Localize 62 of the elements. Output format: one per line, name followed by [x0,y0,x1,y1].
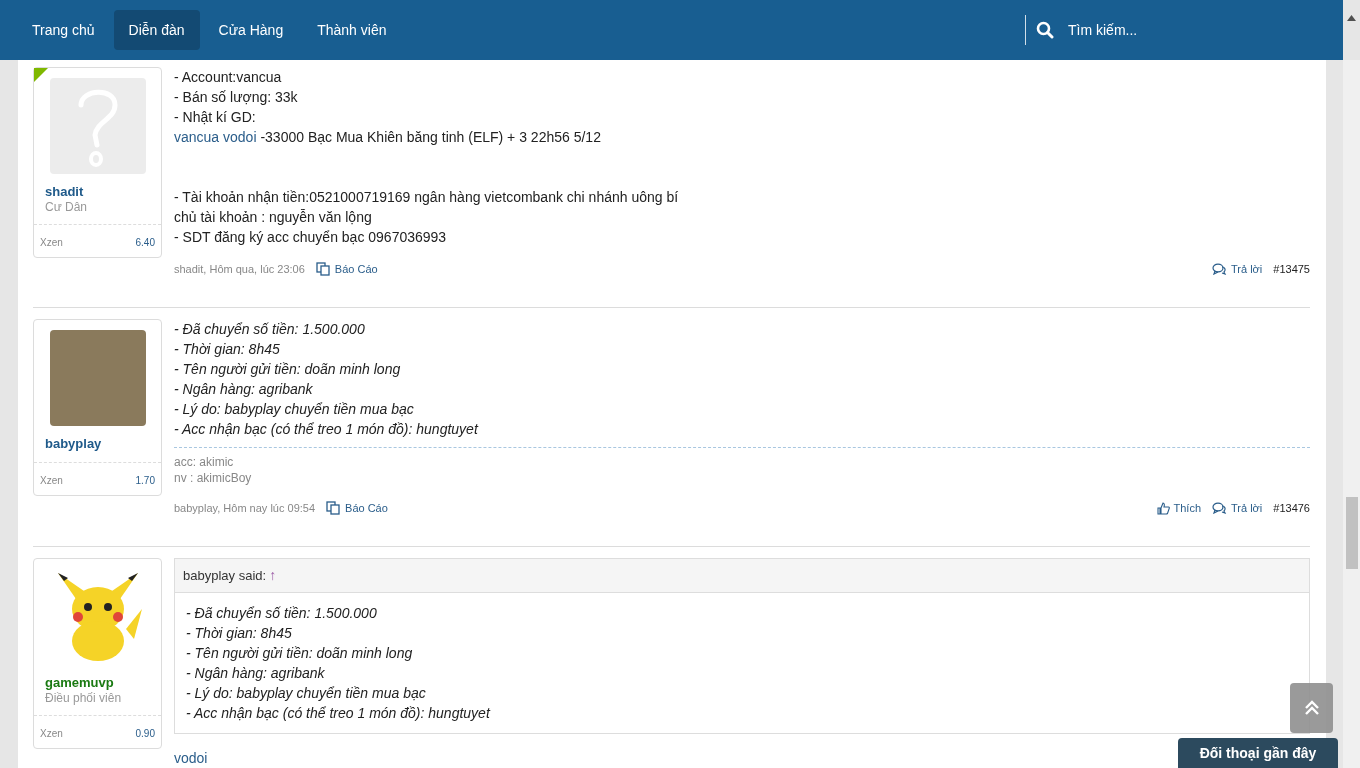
thumbs-up-icon [1156,501,1170,515]
post-number-link[interactable]: #13475 [1273,260,1310,278]
signature-line: nv : akimicBoy [174,470,253,486]
stat-label: Xzen [40,727,63,741]
message-line: chủ tài khoản : nguyễn văn lộng [174,208,373,227]
message-line: - Tên người gửi tiền: doãn minh long [174,360,402,379]
recent-conversations-tab[interactable]: Đối thoại gần đây [1178,738,1338,768]
text-link[interactable]: vodoi [174,750,208,766]
text-link[interactable]: vancua vodoi [174,129,257,145]
message-line: - Bán số lượng: 33k [174,88,299,107]
scroll-to-top-button[interactable] [1290,683,1333,733]
message-line: - Tài khoản nhận tiền:0521000719169 ngân hàng vietcombank chi nhánh uông bí [174,188,680,207]
message-line: - Đã chuyển số tiền: 1.500.000 [174,320,366,339]
reply-link[interactable]: Trả lời [1212,499,1263,517]
stat-value: 1.70 [135,474,155,488]
post-number-link[interactable]: #13476 [1273,499,1310,517]
search-icon [1036,21,1054,39]
message-line: - Lý do: babyplay chuyển tiền mua bạc [186,684,427,703]
post-meta: shadit, Hôm qua, lúc 23:06 [174,261,305,277]
message-line: - Ngân hàng: agribank [174,380,314,399]
stat-label: Xzen [40,474,63,488]
user-title: Điều phối viên [45,691,123,705]
stat-value: 6.40 [135,236,155,250]
message-line: - Thời gian: 8h45 [186,624,293,643]
nav-tab[interactable]: Thành viên [302,10,402,50]
nav-tab[interactable]: Trang chủ [17,10,110,50]
message-line: - Lý do: babyplay chuyển tiền mua bạc [174,400,415,419]
report-link[interactable]: Báo Cáo [326,499,388,517]
signature-line: acc: akimic [174,454,235,470]
stat-label: Xzen [40,236,63,250]
message-line: - Thời gian: 8h45 [174,340,281,359]
speech-bubbles-icon [1212,263,1228,275]
scrollbar-thumb[interactable] [1345,497,1358,569]
post-meta: babyplay, Hôm nay lúc 09:54 [174,500,316,516]
username-link[interactable]: shadit [45,184,150,200]
stat-value: 0.90 [135,727,155,741]
message-line: - Nhật kí GD: [174,108,257,127]
speech-bubbles-icon [1212,502,1228,514]
message-line: - Account:vancua [174,68,283,87]
message-line: - SDT đăng ký acc chuyển bạc 0967036993 [174,228,448,247]
report-link[interactable]: Báo Cáo [315,260,378,278]
message-line: vancua vodoi -33000 Bạc Mua Khiên băng tinh (ELF) + 3 22h56 5/12 [174,128,602,147]
copy-icon [315,262,330,276]
user-title: Cư Dân [45,200,89,214]
message-line: - Tên người gửi tiền: doãn minh long [186,644,414,663]
double-chevron-up-icon [1303,700,1320,716]
quote-author: babyplay said: [183,566,267,585]
nav-tab[interactable]: Cửa Hàng [203,10,299,50]
copy-icon [326,501,341,515]
like-link[interactable]: Thích [1156,499,1202,517]
scroll-up-arrow-icon[interactable] [1347,15,1356,21]
nav-tab[interactable]: Diễn đàn [113,10,200,50]
message-line: - Acc nhận bạc (có thể treo 1 món đồ): hungtuyet [174,420,480,439]
username-link[interactable]: gamemuvp [45,675,150,691]
scrollbar[interactable] [1343,60,1360,768]
username-link[interactable]: babyplay [45,436,150,452]
search-field[interactable]: Tìm kiếm... [1068,19,1308,41]
reply-link[interactable]: Trả lời [1212,260,1263,278]
message-line: - Đã chuyển số tiền: 1.500.000 [186,604,378,623]
message-line: - Ngân hàng: agribank [186,664,326,683]
jump-link[interactable]: ↑ [269,565,277,586]
message-line: - Acc nhận bạc (có thể treo 1 món đồ): hungtuyet [186,704,492,723]
